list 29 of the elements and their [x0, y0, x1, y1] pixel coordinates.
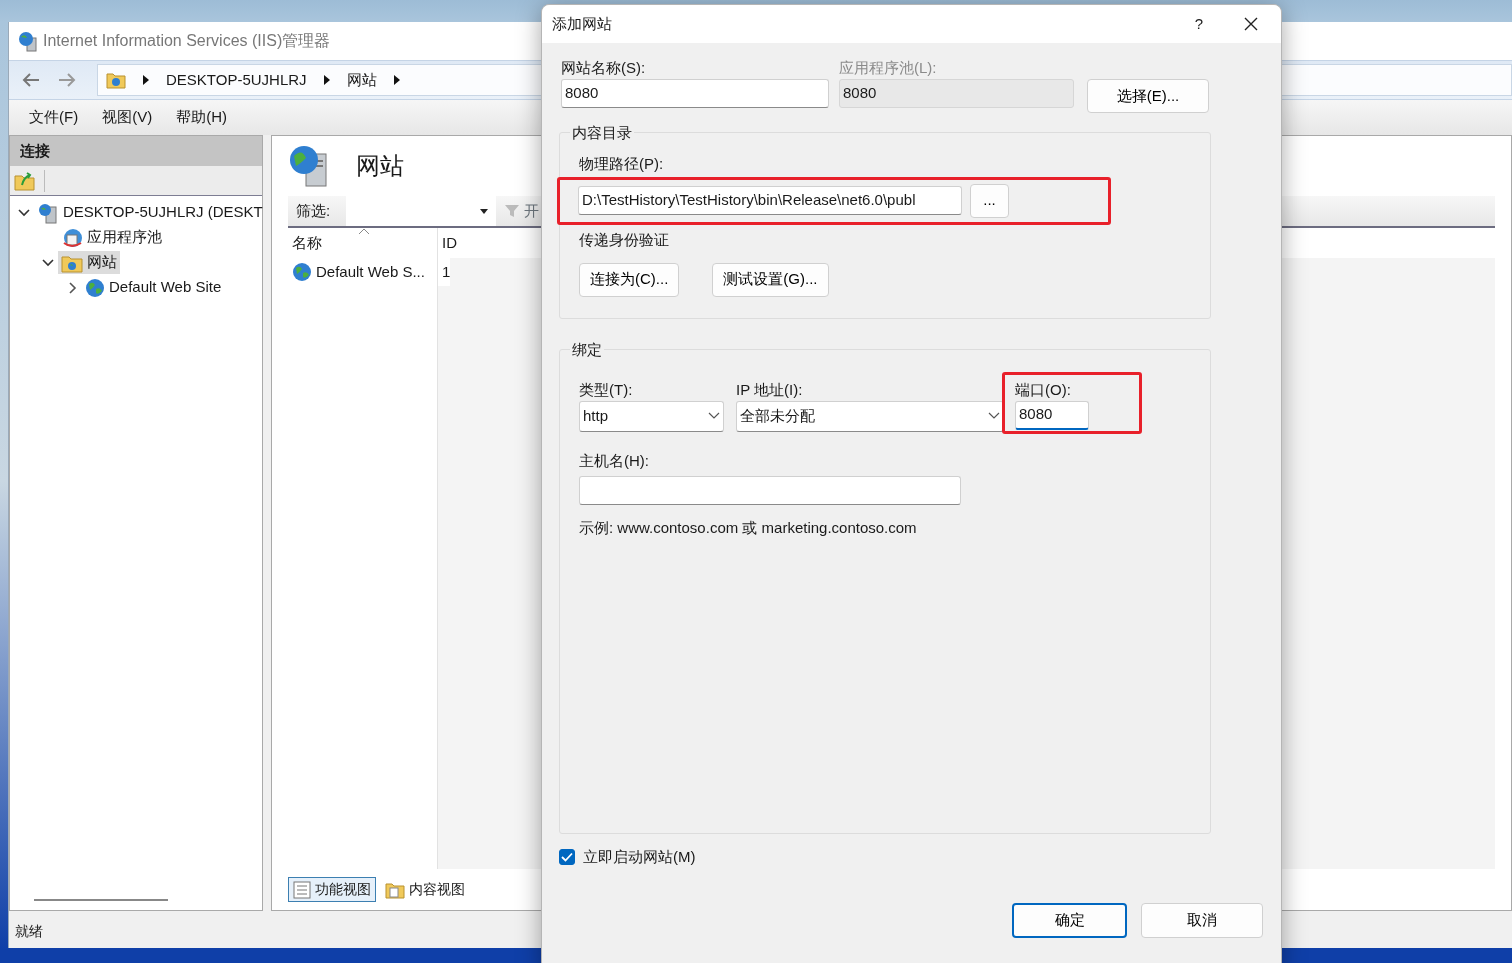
view-tab-label: 内容视图 — [409, 880, 465, 899]
tree-item-label: Default Web Site — [109, 277, 222, 298]
status-text: 就绪 — [15, 922, 43, 941]
tree-item-label: 应用程序池 — [87, 227, 162, 248]
view-tab-label: 功能视图 — [315, 880, 371, 899]
column-header-label: ID — [442, 232, 457, 253]
page-title: 网站 — [356, 151, 404, 181]
column-header-label: 名称 — [292, 232, 322, 253]
tree-item-label: DESKTOP-5UJHLRJ (DESKT — [63, 202, 263, 223]
field-label: 物理路径(P): — [579, 153, 665, 174]
dropdown-value: http — [583, 405, 609, 426]
cell-text: 1 — [442, 261, 451, 282]
go-label: 开 — [524, 200, 540, 221]
field-label: 应用程序池(L): — [839, 58, 938, 78]
window-title: Internet Information Services (IIS)管理器 — [43, 31, 331, 51]
cell-text: Default Web S... — [316, 261, 425, 282]
filter-label: 筛选: — [295, 200, 332, 221]
field-label: 网站名称(S): — [561, 58, 647, 78]
tree-item-label: 网站 — [87, 252, 117, 273]
field-label: 类型(T): — [579, 379, 634, 400]
field-label: 主机名(H): — [579, 450, 650, 471]
dialog-title: 添加网站 — [552, 13, 613, 34]
field-label: IP 地址(I): — [736, 379, 804, 400]
dropdown-value: 全部未分配 — [740, 405, 815, 426]
checkbox-label: 立即启动网站(M) — [583, 847, 696, 867]
example-text: 示例: www.contoso.com 或 marketing.contoso.com — [579, 517, 918, 538]
field-label: 传递身份验证 — [579, 229, 670, 250]
panel-header: 连接 — [10, 136, 262, 166]
field-label: 端口(O): — [1015, 379, 1072, 400]
